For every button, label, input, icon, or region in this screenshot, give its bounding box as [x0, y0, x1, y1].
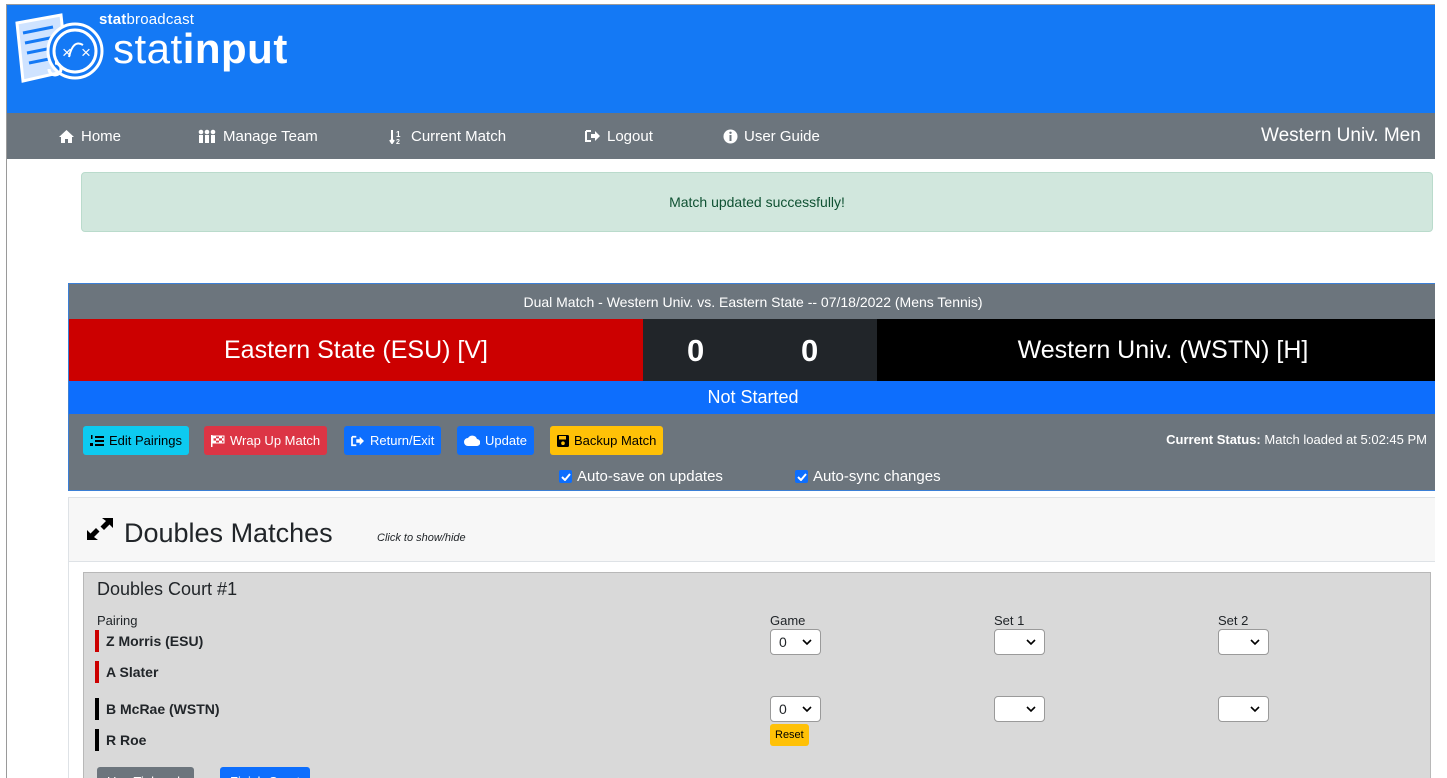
nav-home-label: Home	[81, 127, 122, 145]
auto-sync-label: Auto-sync changes	[813, 468, 941, 485]
auto-save-checkbox[interactable]: Auto-save on updates	[559, 468, 723, 485]
backup-match-button[interactable]: Backup Match	[550, 426, 664, 455]
sign-out-icon	[351, 435, 364, 446]
svg-text:×: ×	[81, 43, 91, 62]
visitor-set1-select[interactable]	[994, 629, 1045, 655]
backup-match-label: Backup Match	[574, 433, 657, 448]
nav-manage-team[interactable]: Manage Team	[197, 113, 318, 159]
nav-user-guide-label: User Guide	[744, 127, 820, 145]
doubles-court-card: Doubles Court #1 Pairing Game Set 1 Set …	[83, 572, 1431, 778]
scoreboard: 0 0	[643, 319, 877, 381]
sort-numeric-icon: 12	[389, 129, 401, 144]
nav-team-name: Western Univ. Men	[1261, 125, 1421, 146]
home-set2-select[interactable]	[1218, 696, 1269, 722]
edit-pairings-label: Edit Pairings	[109, 433, 182, 448]
use-tiebreak-button[interactable]: Use Tiebreak	[97, 767, 194, 778]
match-status: Not Started	[69, 381, 1435, 414]
team-color-bar	[95, 630, 99, 652]
finish-court-button[interactable]: Finish Court	[220, 767, 311, 778]
home-icon	[59, 129, 74, 143]
app-window: × × statbroadcast statinput Home Manage …	[6, 4, 1435, 778]
match-heading: Dual Match - Western Univ. vs. Eastern S…	[69, 284, 1435, 319]
update-label: Update	[485, 433, 527, 448]
alert-message: Match updated successfully!	[669, 194, 845, 210]
users-icon	[198, 129, 216, 143]
pairing-label: Pairing	[97, 613, 138, 628]
save-icon	[557, 434, 569, 447]
chevron-down-icon	[802, 706, 812, 713]
game-label: Game	[770, 613, 806, 628]
reset-button[interactable]: Reset	[770, 724, 809, 746]
home-set1-select[interactable]	[994, 696, 1045, 722]
nav-home[interactable]: Home	[58, 113, 121, 159]
return-exit-button[interactable]: Return/Exit	[344, 426, 442, 455]
auto-save-label: Auto-save on updates	[577, 468, 723, 485]
statbroadcast-logo-icon: × ×	[15, 13, 104, 83]
chevron-down-icon	[802, 639, 812, 646]
doubles-toggle-header[interactable]: Doubles Matches Click to show/hide	[69, 498, 1435, 562]
home-score: 0	[801, 333, 819, 368]
return-exit-label: Return/Exit	[370, 433, 435, 448]
home-player-2: R Roe	[95, 729, 146, 751]
nav-current-match-label: Current Match	[411, 127, 507, 145]
cloud-icon	[464, 435, 480, 446]
nav-current-match[interactable]: 12 Current Match	[389, 113, 506, 159]
doubles-section: Doubles Matches Click to show/hide Doubl…	[68, 497, 1435, 778]
set2-label: Set 2	[1218, 613, 1249, 628]
doubles-title: Doubles Matches	[124, 518, 333, 548]
visitor-set2-select[interactable]	[1218, 629, 1269, 655]
expand-arrows-icon	[87, 518, 113, 540]
chevron-down-icon	[1250, 639, 1260, 646]
team-color-bar	[95, 661, 99, 683]
visitor-team-name: Eastern State (ESU) [V]	[69, 319, 643, 381]
current-status: Current Status: Match loaded at 5:02:45 …	[1166, 432, 1427, 447]
wrap-up-match-label: Wrap Up Match	[230, 433, 321, 448]
main-navbar: Home Manage Team 12 Current Match Logout…	[7, 113, 1435, 159]
team-color-bar	[95, 698, 99, 720]
success-alert: Match updated successfully!	[81, 172, 1433, 232]
sign-out-icon	[585, 130, 600, 142]
brand-big: statinput	[113, 25, 288, 72]
chevron-down-icon	[1026, 706, 1036, 713]
svg-text:1: 1	[396, 130, 401, 139]
court-title: Doubles Court #1	[97, 579, 238, 599]
home-player-1: B McRae (WSTN)	[95, 698, 220, 720]
current-status-value: Match loaded at 5:02:45 PM	[1264, 432, 1427, 447]
update-button[interactable]: Update	[457, 426, 534, 455]
checkered-flag-icon	[211, 434, 225, 447]
team-color-bar	[95, 729, 99, 751]
nav-user-guide[interactable]: User Guide	[723, 113, 820, 159]
chevron-down-icon	[1026, 639, 1036, 646]
auto-sync-checkbox[interactable]: Auto-sync changes	[795, 468, 941, 485]
home-team-name: Western Univ. (WSTN) [H]	[877, 319, 1435, 381]
doubles-hint: Click to show/hide	[377, 532, 466, 544]
current-status-label: Current Status:	[1166, 432, 1261, 447]
home-game-select[interactable]: 0	[770, 696, 821, 722]
list-ordered-icon	[90, 434, 104, 446]
checkbox-checked-icon	[559, 470, 572, 483]
svg-text:2: 2	[396, 139, 400, 144]
checkbox-checked-icon	[795, 470, 808, 483]
chevron-down-icon	[1250, 706, 1260, 713]
visitor-game-select[interactable]: 0	[770, 629, 821, 655]
nav-logout[interactable]: Logout	[585, 113, 653, 159]
edit-pairings-button[interactable]: Edit Pairings	[83, 426, 189, 455]
app-header: × × statbroadcast statinput	[7, 5, 1435, 113]
visitor-player-1: Z Morris (ESU)	[95, 630, 203, 652]
match-card: Dual Match - Western Univ. vs. Eastern S…	[68, 283, 1435, 491]
visitor-score: 0	[687, 333, 705, 368]
nav-logout-label: Logout	[607, 127, 653, 145]
info-circle-icon	[723, 129, 738, 143]
set1-label: Set 1	[994, 613, 1025, 628]
visitor-player-2: A Slater	[95, 661, 158, 683]
wrap-up-match-button[interactable]: Wrap Up Match	[204, 426, 328, 455]
nav-manage-team-label: Manage Team	[223, 127, 318, 145]
